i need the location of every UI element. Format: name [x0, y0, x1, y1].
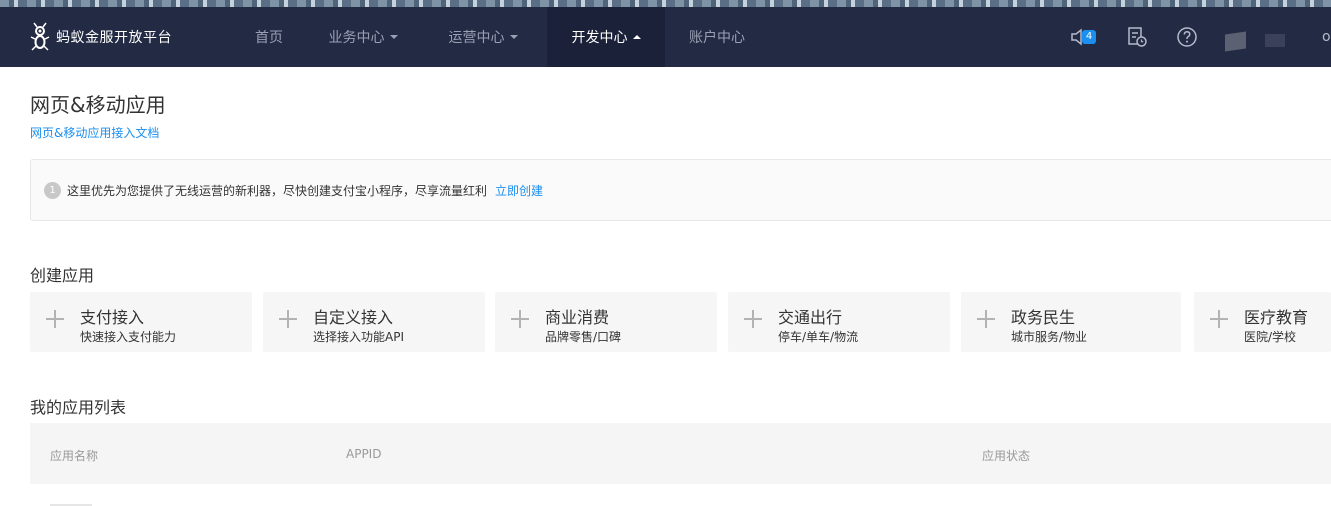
- card-title: 商业消费: [545, 308, 610, 327]
- help-button[interactable]: [1172, 7, 1202, 67]
- card-subtitle: 停车/单车/物流: [778, 330, 859, 344]
- ant-logo-icon: [30, 22, 50, 51]
- document-clock-icon: [1128, 27, 1147, 47]
- browser-top-strip: [0, 0, 1331, 7]
- column-header-appid: APPID: [346, 447, 382, 461]
- card-title: 医疗教育: [1244, 308, 1309, 327]
- column-header-app-status: 应用状态: [982, 449, 1031, 463]
- plus-icon: [977, 310, 995, 328]
- card-subtitle: 医院/学校: [1244, 330, 1297, 344]
- caret-up-icon: [632, 35, 641, 39]
- card-title: 交通出行: [778, 308, 843, 327]
- card-subtitle: 品牌零售/口碑: [545, 330, 622, 344]
- create-now-link[interactable]: 立即创建: [495, 182, 543, 199]
- nav-label: 开发中心: [571, 30, 628, 46]
- brand-name: 蚂蚁金服开放平台: [56, 30, 172, 46]
- card-commerce[interactable]: 商业消费 品牌零售/口碑: [495, 292, 717, 352]
- plus-icon: [279, 310, 297, 328]
- card-custom[interactable]: 自定义接入 选择接入功能API: [263, 292, 485, 352]
- top-navbar: 蚂蚁金服开放平台 首页 业务中心 运营中心 开发中心 账户中心 4 o: [0, 7, 1331, 67]
- nav-item-business[interactable]: 业务中心: [314, 7, 412, 67]
- notification-button[interactable]: 4: [1060, 7, 1100, 67]
- nav-label: 账户中心: [689, 30, 745, 46]
- card-title: 支付接入: [80, 308, 145, 327]
- notification-badge: 4: [1082, 30, 1096, 44]
- card-title: 政务民生: [1011, 308, 1076, 327]
- card-subtitle: 城市服务/物业: [1011, 330, 1088, 344]
- help-icon: [1177, 27, 1197, 47]
- page-title: 网页&移动应用: [30, 93, 166, 117]
- app-table-header: 应用名称 APPID 应用状态: [30, 423, 1331, 484]
- card-title: 自定义接入: [313, 308, 394, 327]
- account-menu-icon[interactable]: [1265, 34, 1285, 47]
- plus-icon: [744, 310, 762, 328]
- notice-text: 这里优先为您提供了无线运营的新利器，尽快创建支付宝小程序，尽享流量红利: [67, 183, 488, 198]
- header-extra-text: o: [1322, 29, 1331, 45]
- nav-label: 运营中心: [448, 30, 505, 46]
- plus-icon: [46, 310, 64, 328]
- plus-icon: [511, 310, 529, 328]
- caret-down-icon: [389, 35, 398, 39]
- card-government[interactable]: 政务民生 城市服务/物业: [961, 292, 1181, 352]
- nav-item-operations[interactable]: 运营中心: [434, 7, 532, 67]
- nav-item-developer[interactable]: 开发中心: [547, 7, 665, 67]
- caret-down-icon: [509, 35, 518, 39]
- nav-item-home[interactable]: 首页: [236, 7, 302, 67]
- nav-label: 首页: [255, 30, 283, 46]
- column-header-app-name: 应用名称: [50, 449, 99, 463]
- app-list-title: 我的应用列表: [30, 398, 127, 417]
- info-icon: 1: [44, 181, 61, 199]
- card-subtitle: 快速接入支付能力: [80, 330, 177, 344]
- nav-item-account[interactable]: 账户中心: [676, 7, 758, 67]
- card-transport[interactable]: 交通出行 停车/单车/物流: [728, 292, 950, 352]
- plus-icon: [1210, 310, 1228, 328]
- card-payment[interactable]: 支付接入 快速接入支付能力: [30, 292, 252, 352]
- create-app-title: 创建应用: [30, 266, 95, 285]
- doc-link[interactable]: 网页&移动应用接入文档: [30, 124, 159, 141]
- card-medical-education[interactable]: 医疗教育 医院/学校: [1194, 292, 1331, 352]
- brand[interactable]: 蚂蚁金服开放平台: [30, 7, 172, 67]
- avatar[interactable]: [1225, 31, 1246, 52]
- notice-banner: 1 这里优先为您提供了无线运营的新利器，尽快创建支付宝小程序，尽享流量红利 立即…: [30, 159, 1331, 221]
- document-clock-button[interactable]: [1122, 7, 1152, 67]
- card-subtitle: 选择接入功能API: [313, 330, 404, 344]
- nav-label: 业务中心: [328, 30, 385, 46]
